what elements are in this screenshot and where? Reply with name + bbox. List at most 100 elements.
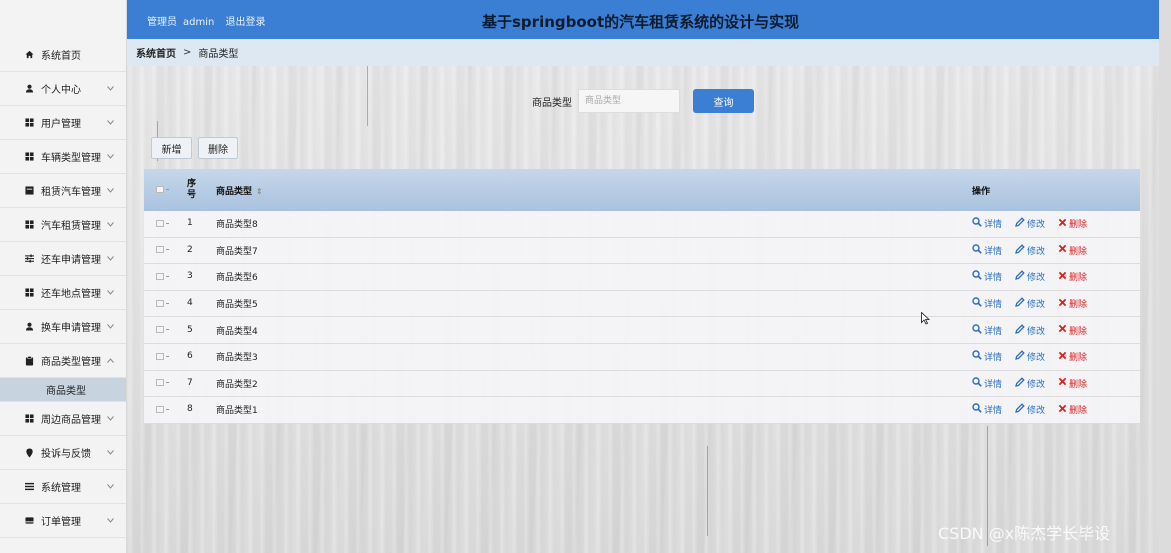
row-name: 商品类型3 xyxy=(216,353,258,364)
detail-button[interactable]: 详情 xyxy=(972,270,1002,283)
row-checkbox[interactable] xyxy=(144,219,173,229)
row-checkbox[interactable] xyxy=(144,378,173,388)
row-name: 商品类型7 xyxy=(216,246,258,257)
sidebar-item[interactable]: 还车地点管理 xyxy=(0,276,126,310)
row-delete-button[interactable]: 删除 xyxy=(1058,297,1087,310)
chevron-down-icon xyxy=(107,84,114,93)
table-row: 3 商品类型6 详情 修改 删除 xyxy=(144,264,1140,291)
search-bar: 商品类型 查询 xyxy=(532,89,754,113)
sidebar-item[interactable]: 商品类型管理 xyxy=(0,344,126,378)
logout-link[interactable]: 退出登录 xyxy=(226,17,266,28)
add-button[interactable]: 新增 xyxy=(151,137,192,159)
sidebar-item[interactable]: 换车申请管理 xyxy=(0,310,126,344)
edit-icon xyxy=(1015,270,1027,283)
row-delete-button[interactable]: 删除 xyxy=(1058,350,1087,363)
sidebar-item-label: 周边商品管理 xyxy=(41,415,101,426)
chevron-down-icon xyxy=(107,254,114,263)
edit-icon xyxy=(1015,217,1027,230)
user-icon xyxy=(24,322,34,332)
sidebar-item-label: 个人中心 xyxy=(41,85,81,96)
sidebar-item[interactable]: 还车申请管理 xyxy=(0,242,126,276)
edit-button[interactable]: 修改 xyxy=(1015,350,1045,363)
sidebar-item-label: 系统首页 xyxy=(41,51,81,62)
sidebar-item[interactable]: 系统管理 xyxy=(0,470,126,504)
card-icon xyxy=(24,516,34,526)
sidebar-item[interactable]: 租赁汽车管理 xyxy=(0,174,126,208)
row-checkbox[interactable] xyxy=(144,325,173,335)
edit-icon xyxy=(1015,403,1027,416)
sidebar-item-label: 投诉与反馈 xyxy=(41,449,91,460)
row-index: 8 xyxy=(187,404,193,415)
sidebar-item[interactable]: 周边商品管理 xyxy=(0,402,126,436)
edit-button[interactable]: 修改 xyxy=(1015,270,1045,283)
search-button[interactable]: 查询 xyxy=(693,89,754,113)
row-delete-button[interactable]: 删除 xyxy=(1058,244,1087,257)
watermark: CSDN @x陈杰学长毕设 xyxy=(938,524,1111,543)
row-delete-button[interactable]: 删除 xyxy=(1058,324,1087,337)
sidebar-item[interactable]: 车辆类型管理 xyxy=(0,140,126,174)
search-icon xyxy=(972,244,984,257)
chevron-up-icon xyxy=(107,356,114,365)
edit-button[interactable]: 修改 xyxy=(1015,377,1045,390)
breadcrumb-current: 商品类型 xyxy=(198,49,239,60)
row-delete-button[interactable]: 删除 xyxy=(1058,217,1087,230)
sidebar-item-label: 商品类型管理 xyxy=(41,357,101,368)
admin-info: 管理员 admin 退出登录 xyxy=(147,13,272,28)
row-checkbox[interactable] xyxy=(144,272,173,282)
row-checkbox[interactable] xyxy=(144,245,173,255)
search-input[interactable] xyxy=(578,89,680,113)
breadcrumb-separator: > xyxy=(183,47,192,58)
sidebar-item[interactable]: 汽车租赁管理 xyxy=(0,208,126,242)
chevron-down-icon xyxy=(107,448,114,457)
detail-button[interactable]: 详情 xyxy=(972,403,1002,416)
row-checkbox[interactable] xyxy=(144,405,173,415)
edit-button[interactable]: 修改 xyxy=(1015,403,1045,416)
search-icon xyxy=(972,350,984,363)
sidebar-item[interactable]: 用户管理 xyxy=(0,106,126,140)
chevron-down-icon xyxy=(107,152,114,161)
sidebar-item[interactable]: 投诉与反馈 xyxy=(0,436,126,470)
detail-button[interactable]: 详情 xyxy=(972,244,1002,257)
row-index: 4 xyxy=(187,298,193,309)
edit-icon xyxy=(1015,377,1027,390)
breadcrumb-home[interactable]: 系统首页 xyxy=(136,45,176,60)
edit-button[interactable]: 修改 xyxy=(1015,297,1045,310)
edit-icon xyxy=(1015,244,1027,257)
select-all-checkbox[interactable] xyxy=(144,185,173,195)
row-index: 1 xyxy=(187,218,193,229)
sort-icon[interactable]: ⇕ xyxy=(256,187,263,196)
edit-button[interactable]: 修改 xyxy=(1015,217,1045,230)
chevron-down-icon xyxy=(107,516,114,525)
edit-icon xyxy=(1015,297,1027,310)
detail-button[interactable]: 详情 xyxy=(972,217,1002,230)
chevron-down-icon xyxy=(107,186,114,195)
table-header: 序 号 商品类型 ⇕ 操作 xyxy=(144,169,1140,211)
data-table: 序 号 商品类型 ⇕ 操作 1 商品类型8 详情 修改 删除 2 商品类型7 详情 修改 删除 3 商品… xyxy=(144,169,1140,424)
sidebar-item[interactable]: 个人中心 xyxy=(0,72,126,106)
sidebar-subitem-active[interactable]: 商品类型 xyxy=(0,378,126,402)
search-icon xyxy=(972,403,984,416)
edit-button[interactable]: 修改 xyxy=(1015,323,1045,337)
delete-button[interactable]: 删除 xyxy=(198,137,238,159)
detail-button[interactable]: 详情 xyxy=(972,377,1002,390)
row-checkbox[interactable] xyxy=(144,299,173,309)
sidebar: 系统首页个人中心用户管理 车辆类型管理 租赁汽车管理 汽车租赁管理 还车申请管理 还车地点… xyxy=(0,0,127,553)
row-ops: 详情 修改 删除 xyxy=(968,270,1140,283)
sidebar-item-label: 系统管理 xyxy=(41,483,81,494)
row-delete-button[interactable]: 删除 xyxy=(1058,377,1087,390)
window-scrollbar[interactable] xyxy=(1159,0,1171,553)
detail-button[interactable]: 详情 xyxy=(972,323,1002,337)
row-name: 商品类型6 xyxy=(216,273,258,284)
row-delete-button[interactable]: 删除 xyxy=(1058,403,1087,416)
detail-button[interactable]: 详情 xyxy=(972,297,1002,310)
edit-button[interactable]: 修改 xyxy=(1015,244,1045,257)
row-checkbox[interactable] xyxy=(144,352,173,362)
main-content: 商品类型 查询 新增 删除 序 号 商品类型⇕ 操作 1商品类型8详情修改删除2… xyxy=(127,66,1159,553)
delete-icon xyxy=(1058,218,1069,230)
detail-button[interactable]: 详情 xyxy=(972,350,1002,363)
row-delete-button[interactable]: 删除 xyxy=(1058,270,1087,283)
header-name[interactable]: 商品类型 ⇕ xyxy=(216,184,968,197)
search-icon xyxy=(972,377,984,390)
sidebar-item[interactable]: 系统首页 xyxy=(0,38,126,72)
sidebar-item[interactable]: 订单管理 xyxy=(0,504,126,538)
